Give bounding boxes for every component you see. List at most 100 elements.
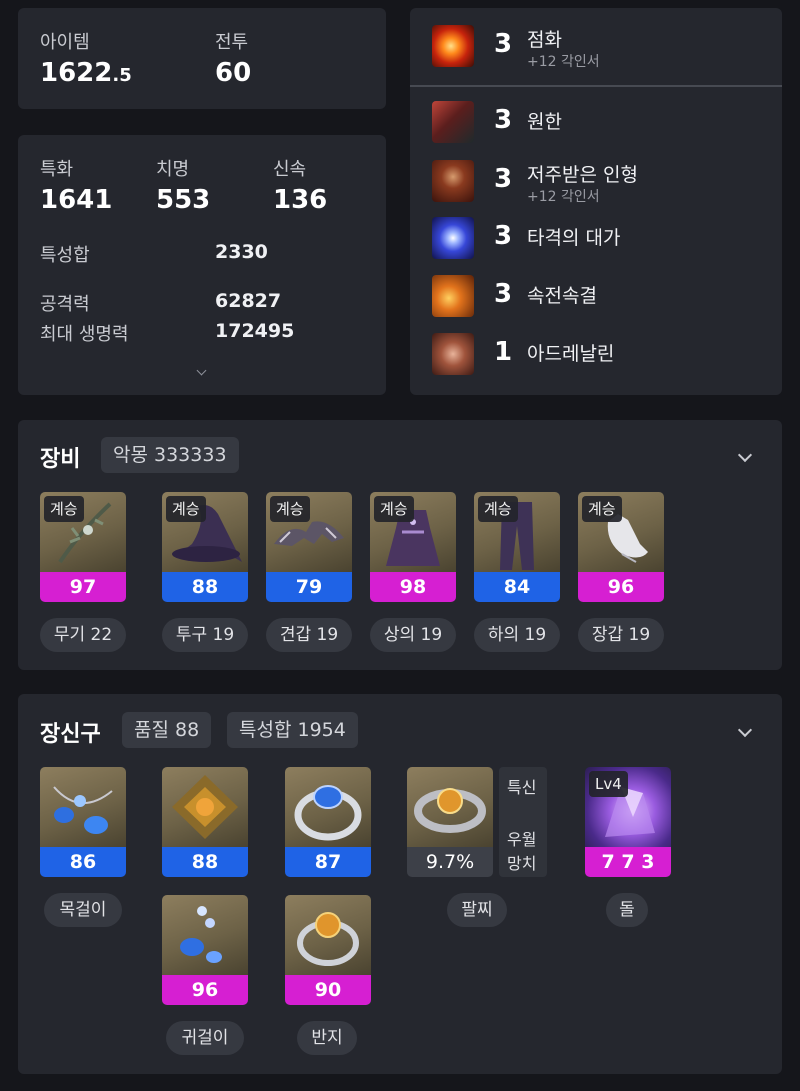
stat-row-label-hp: 최대 생명력 <box>40 324 129 345</box>
engraving-level: 1 <box>494 337 513 367</box>
ring-blue-icon <box>285 767 371 847</box>
expand-stats-chevron-icon[interactable] <box>196 365 207 376</box>
stat-row-label-attack: 공격력 <box>40 294 90 315</box>
accessory-label-bracelet: 팔찌 <box>447 893 507 927</box>
engraving-level: 3 <box>494 221 513 251</box>
quality-bar: 87 <box>285 847 371 877</box>
earring-gold-icon <box>162 767 248 847</box>
equipment-label-pants: 하의 19 <box>474 618 560 652</box>
equipment-title: 장비 <box>40 447 81 472</box>
quality-bar: 96 <box>578 572 664 602</box>
bracelet-value: 9.7% <box>407 847 493 877</box>
quality-bar: 97 <box>40 572 126 602</box>
earring-blue-icon <box>162 895 248 975</box>
engraving-level: 3 <box>494 105 513 135</box>
ring-gold-icon <box>285 895 371 975</box>
equipment-label-chest: 상의 19 <box>370 618 456 652</box>
equipment-tile-shoulder[interactable]: 계승 79 <box>266 492 352 602</box>
inherit-tag: 계승 <box>44 496 84 522</box>
stone-value: 7 7 3 <box>585 847 671 877</box>
engraving-level: 3 <box>494 164 513 194</box>
inherit-tag: 계승 <box>270 496 310 522</box>
engraving-name: 타격의 대가 <box>527 227 621 249</box>
engraving-name: 원한 <box>527 111 562 133</box>
accessory-tile-stone[interactable]: Lv4 7 7 3 <box>585 767 671 877</box>
accessory-label-earring: 귀걸이 <box>166 1021 244 1055</box>
engraving-level: 3 <box>494 29 513 59</box>
stat-row-label-total: 특성합 <box>40 245 90 266</box>
stat-row-value-total: 2330 <box>215 241 268 263</box>
quality-bar: 86 <box>40 847 126 877</box>
equipment-set-badge: 악몽 333333 <box>101 437 239 473</box>
inherit-tag: 계승 <box>478 496 518 522</box>
engraving-name: 속전속결 <box>527 285 597 307</box>
item-level-value: 1622.5 <box>40 58 132 88</box>
swift-warrior-icon <box>432 275 474 317</box>
inherit-tag: 계승 <box>374 496 414 522</box>
quality-bar: 88 <box>162 847 248 877</box>
engraving-name: 점화 <box>527 29 562 51</box>
item-level-decimal: .5 <box>112 65 132 86</box>
demon-icon <box>432 101 474 143</box>
inherit-tag: 계승 <box>166 496 206 522</box>
accessory-tile-ring-1[interactable]: 87 <box>285 767 371 877</box>
quality-bar: 84 <box>474 572 560 602</box>
stat-label-specialization: 특화 <box>40 159 74 180</box>
equipment-tile-pants[interactable]: 계승 84 <box>474 492 560 602</box>
accessory-tile-earring-2[interactable]: 96 <box>162 895 248 1005</box>
bracelet-effect-1: 특신 <box>507 778 537 797</box>
accessory-tile-bracelet[interactable]: 9.7% <box>407 767 493 877</box>
lightning-strike-icon <box>432 217 474 259</box>
accessory-label-ring: 반지 <box>297 1021 357 1055</box>
quality-bar: 79 <box>266 572 352 602</box>
item-level-integer: 1622 <box>40 58 113 88</box>
accessory-label-stone: 돌 <box>606 893 648 927</box>
necklace-icon <box>40 767 126 847</box>
accessories-card <box>18 694 782 1074</box>
equipment-label-weapon: 무기 22 <box>40 618 126 652</box>
engraving-sub: +12 각인서 <box>527 189 600 205</box>
quality-bar: 98 <box>370 572 456 602</box>
bracelet-icon <box>407 767 493 847</box>
accessories-title: 장신구 <box>40 722 101 747</box>
summary-card: 아이템 1622.5 전투 60 <box>18 8 386 109</box>
stat-value-crit: 553 <box>156 185 211 215</box>
quality-bar: 88 <box>162 572 248 602</box>
cursed-doll-icon <box>432 160 474 202</box>
equipment-tile-chest[interactable]: 계승 98 <box>370 492 456 602</box>
engraving-name: 아드레날린 <box>527 343 615 365</box>
fire-burst-icon <box>432 25 474 67</box>
combat-level-value: 60 <box>215 58 252 88</box>
engraving-name: 저주받은 인형 <box>527 164 638 186</box>
stat-value-swiftness: 136 <box>273 185 328 215</box>
combat-level-label: 전투 <box>215 32 249 53</box>
equipment-tile-gloves[interactable]: 계승 96 <box>578 492 664 602</box>
equipment-label-helmet: 투구 19 <box>162 618 248 652</box>
adrenaline-icon <box>432 333 474 375</box>
accessory-tile-ring-2[interactable]: 90 <box>285 895 371 1005</box>
item-level-label: 아이템 <box>40 32 90 53</box>
stat-value-specialization: 1641 <box>40 185 113 215</box>
stats-card[interactable]: 특화 1641 치명 553 신속 136 특성합 2330 공격력 62827… <box>18 135 386 395</box>
equipment-label-gloves: 장갑 19 <box>578 618 664 652</box>
accessories-stat-badge: 특성합 1954 <box>227 712 358 748</box>
accessory-tile-earring-1[interactable]: 88 <box>162 767 248 877</box>
accessory-tile-necklace[interactable]: 86 <box>40 767 126 877</box>
stone-level-tag: Lv4 <box>589 771 628 797</box>
engraving-divider <box>410 85 782 87</box>
quality-bar: 90 <box>285 975 371 1005</box>
bracelet-effect-2: 우월 <box>507 830 537 849</box>
equipment-tile-weapon[interactable]: 계승 97 <box>40 492 126 602</box>
engraving-level: 3 <box>494 279 513 309</box>
inherit-tag: 계승 <box>582 496 622 522</box>
accessories-quality-badge: 품질 88 <box>122 712 212 748</box>
stat-row-value-hp: 172495 <box>215 320 295 342</box>
equipment-label-shoulder: 견갑 19 <box>266 618 352 652</box>
quality-bar: 96 <box>162 975 248 1005</box>
equipment-tile-helmet[interactable]: 계승 88 <box>162 492 248 602</box>
stat-row-value-attack: 62827 <box>215 290 282 312</box>
bracelet-effect-3: 망치 <box>507 854 537 873</box>
stat-label-crit: 치명 <box>156 159 190 180</box>
accessory-label-necklace: 목걸이 <box>44 893 122 927</box>
stat-label-swiftness: 신속 <box>273 159 307 180</box>
